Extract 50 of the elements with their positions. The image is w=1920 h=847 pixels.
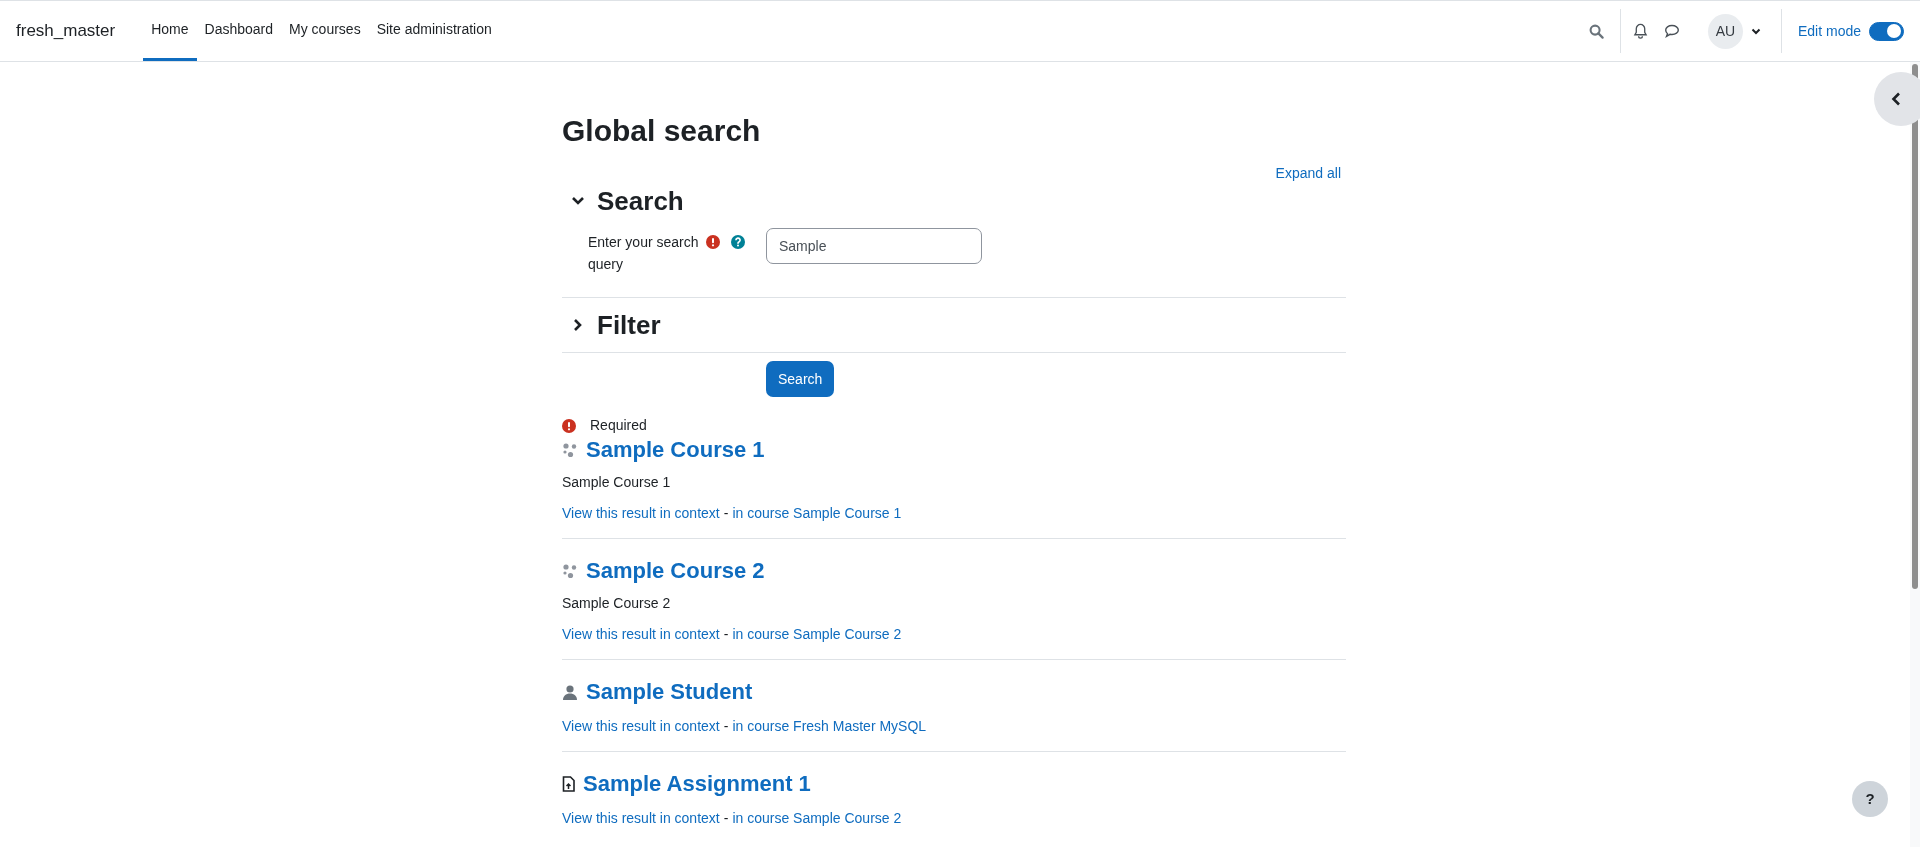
result-title-link[interactable]: Sample Course 1 — [586, 436, 765, 464]
result-title-link[interactable]: Sample Assignment 1 — [583, 770, 811, 798]
context-link[interactable]: View this result in context — [562, 808, 720, 829]
course-icon — [562, 563, 578, 579]
required-legend: Required — [590, 415, 647, 436]
result-description: Sample Course 1 — [562, 473, 672, 492]
result-title-link[interactable]: Sample Student — [586, 678, 753, 706]
user-avatar[interactable]: AU — [1707, 13, 1743, 49]
separator-text: - — [723, 504, 729, 523]
section-heading[interactable]: Filter — [597, 308, 661, 342]
page-title: Global search — [562, 113, 762, 149]
course-link[interactable]: in course Sample Course 2 — [732, 808, 902, 829]
course-link[interactable]: in course Sample Course 2 — [732, 624, 902, 645]
course-link[interactable]: in course Fresh Master MySQL — [732, 716, 927, 737]
search-query-field[interactable]: Sample — [766, 228, 982, 264]
chevron-left-icon — [1891, 92, 1901, 106]
search-button[interactable]: Search — [766, 361, 835, 397]
context-link[interactable]: View this result in context — [562, 624, 720, 645]
help-icon[interactable] — [731, 235, 745, 249]
scrollbar[interactable] — [1910, 62, 1920, 847]
nav-tab[interactable]: Dashboard — [196, 1, 282, 61]
nav-tab[interactable]: Site administration — [368, 1, 500, 61]
field-label: Enter your search query — [588, 233, 700, 274]
edit-mode-label: Edit mode — [1797, 21, 1861, 41]
search-icon[interactable] — [1588, 23, 1604, 39]
site-name-link[interactable]: fresh_master — [16, 18, 116, 44]
result-title-link[interactable]: Sample Course 2 — [586, 557, 765, 585]
bell-icon[interactable] — [1632, 23, 1648, 39]
person-icon — [562, 684, 578, 700]
drawer-toggle-button[interactable] — [1874, 72, 1920, 126]
course-link[interactable]: in course Sample Course 1 — [732, 503, 902, 524]
required-icon — [562, 418, 576, 433]
separator-text: - — [723, 809, 729, 828]
separator-text: - — [723, 717, 729, 736]
context-link[interactable]: View this result in context — [562, 716, 720, 737]
nav-tab[interactable]: My courses — [281, 1, 369, 61]
edit-mode-toggle[interactable] — [1869, 21, 1904, 41]
result-description: Sample Course 2 — [562, 594, 672, 613]
document-icon — [562, 776, 575, 792]
course-icon — [562, 442, 578, 458]
chevron-right-icon[interactable] — [573, 318, 583, 332]
caret-icon[interactable] — [1750, 27, 1761, 35]
chat-bubble-icon[interactable] — [1663, 24, 1680, 38]
section-heading[interactable]: Search — [597, 184, 684, 218]
context-link[interactable]: View this result in context — [562, 503, 720, 524]
chevron-down-icon[interactable] — [571, 196, 585, 206]
expand-all-link[interactable]: Expand all — [1275, 163, 1341, 184]
separator-text: - — [723, 625, 729, 644]
help-button[interactable]: ? — [1852, 781, 1888, 817]
nav-tab[interactable]: Home — [143, 1, 197, 61]
